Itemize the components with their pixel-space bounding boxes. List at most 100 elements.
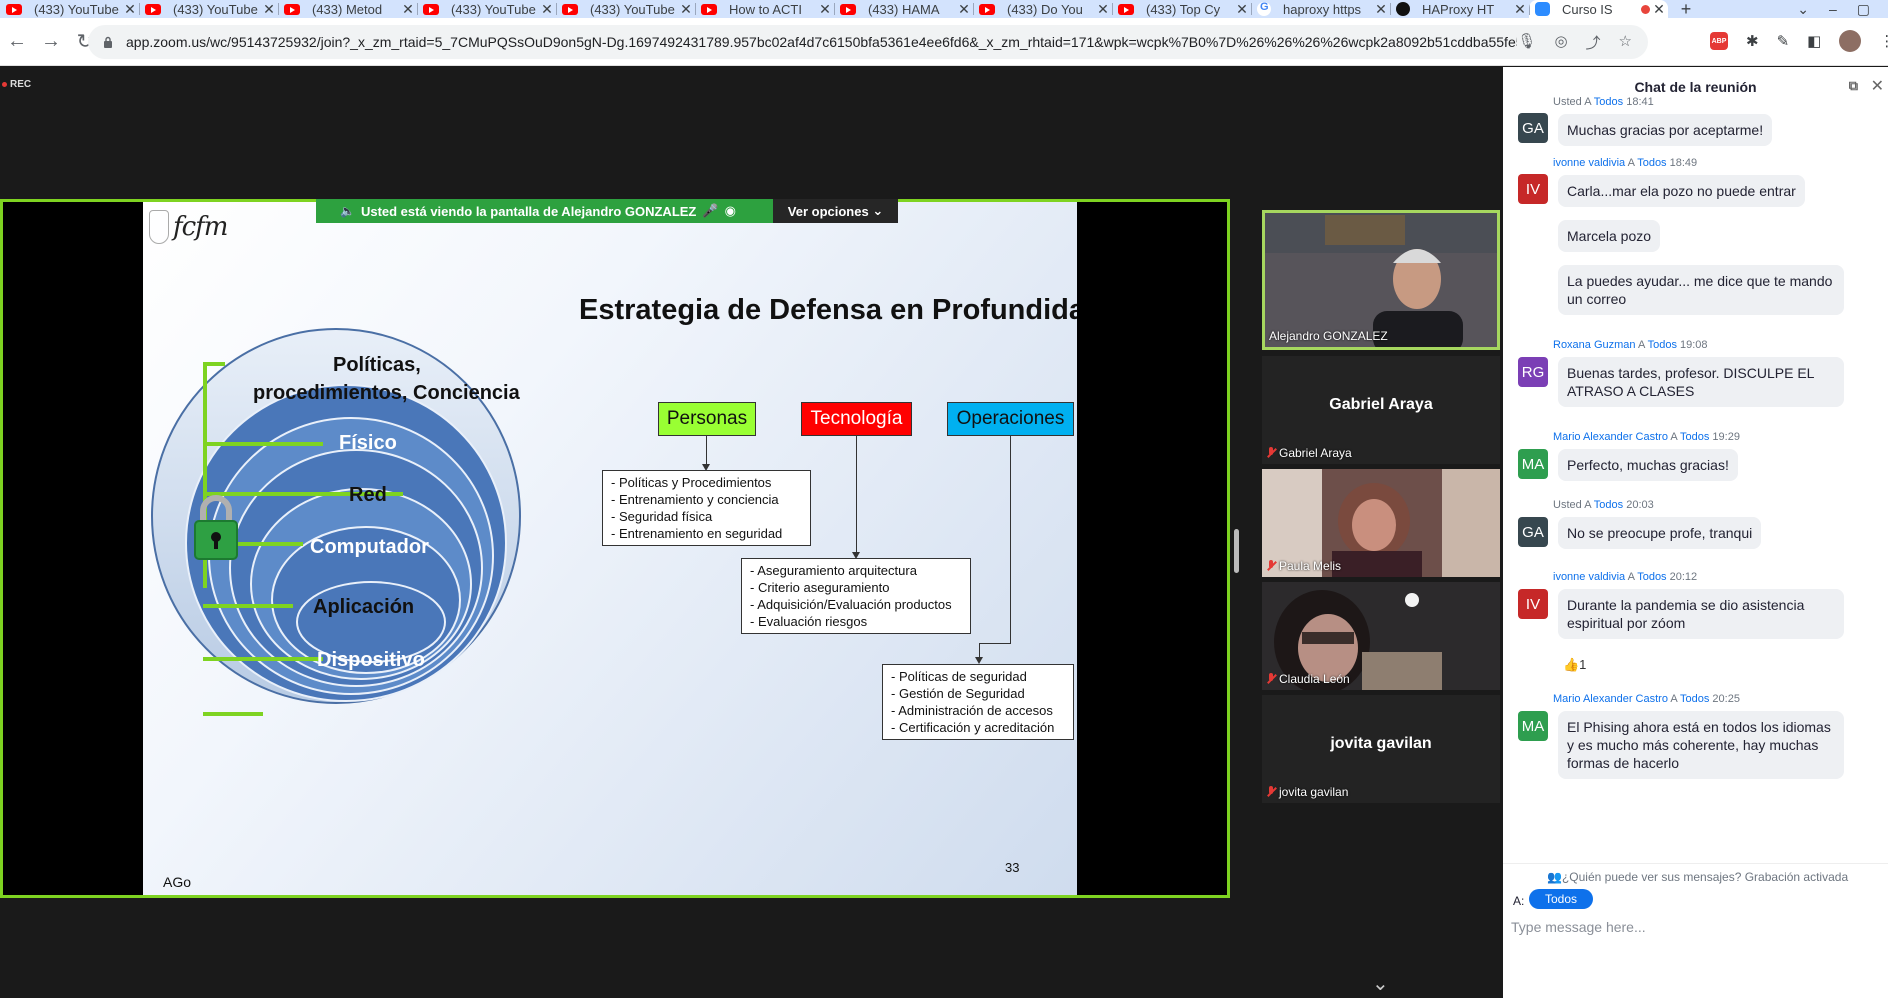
list-item: - Entrenamiento y conciencia [611,492,779,507]
recipient-select[interactable]: Todos [1529,889,1594,909]
close-tab-icon[interactable]: ✕ [1233,1,1251,18]
timestamp: 18:41 [1626,96,1654,108]
eye-off-icon[interactable]: ◎ [1554,32,1567,53]
slide-author: AGo [163,874,192,890]
scroll-participants-down-icon[interactable]: ⌄ [1372,971,1389,996]
participant-tile[interactable]: jovita gavilan jovita gavilan [1262,695,1500,803]
minimize-icon[interactable]: – [1829,1,1837,18]
lock-icon [104,36,112,48]
close-tab-icon[interactable]: ✕ [1650,1,1668,18]
thumbs-up-reaction[interactable]: 👍1 [1563,657,1586,673]
message-meta: Mario Alexander Castro A Todos 20:25 [1553,693,1740,705]
browser-tab[interactable]: (433) YouTube ✕ [556,0,695,18]
browser-tab[interactable]: (433) Top Cy ✕ [1112,0,1251,18]
close-tab-icon[interactable]: ✕ [677,1,695,18]
adblock-icon[interactable]: ABP [1710,32,1728,50]
browser-toolbar: ← → ↻ app.zoom.us/wc/95143725932/join?_x… [0,18,1888,66]
url-text: app.zoom.us/wc/95143725932/join?_x_zm_rt… [126,34,1518,50]
message-meta: Usted A Todos 18:41 [1553,96,1654,108]
close-tab-icon[interactable]: ✕ [538,1,556,18]
browser-tab[interactable]: (433) YouTube ✕ [139,0,278,18]
personas-list: - Políticas y Procedimientos - Entrenami… [602,470,811,546]
tab-title: (433) Do You [1007,1,1083,17]
list-item: - Certificación y acreditación [891,720,1055,735]
presentation-slide: fcfm Estrategia de Defensa en Profundida… [143,202,1077,895]
avatar-initials: RG [1521,363,1545,381]
new-tab-button[interactable]: + [1668,0,1704,20]
meeting-view: REC 🔈 Usted está viendo la pantalla de A… [0,67,1503,998]
extensions-puzzle-icon[interactable]: ✱ [1746,32,1759,50]
profile-avatar[interactable] [1839,30,1862,52]
side-panel-icon[interactable]: ◧ [1807,32,1821,50]
browser-tab[interactable]: (433) YouTube ✕ [417,0,556,18]
list-item: - Evaluación riesgos [750,614,868,629]
participant-tile[interactable]: Gabriel Araya Gabriel Araya [1262,356,1500,464]
forward-arrow-icon[interactable]: → [34,30,68,53]
close-tab-icon[interactable]: ✕ [955,1,973,18]
browser-tab[interactable]: How to ACTI ✕ [695,0,834,18]
speaker-icon: 🔈 [340,204,355,218]
connector-line [1010,436,1011,643]
recipient-label: A: [1513,894,1525,908]
youtube-icon [979,3,995,15]
microphone-icon[interactable]: 🎙 [1517,32,1536,53]
recording-indicator: REC [2,79,31,90]
message-meta: ivonne valdivia A Todos 18:49 [1553,157,1697,169]
screen-share-banner: 🔈 Usted está viendo la pantalla de Aleja… [316,199,774,223]
back-arrow-icon[interactable]: ← [0,30,34,53]
sender-name: Mario Alexander Castro [1553,431,1668,443]
close-icon[interactable]: ✕ [1871,76,1884,96]
to-word: A [1670,693,1678,705]
avatar: MA [1518,711,1548,741]
close-tab-icon[interactable]: ✕ [1372,1,1390,18]
list-item: - Entrenamiento en seguridad [611,526,783,541]
browser-tab[interactable]: (433) Do You ✕ [973,0,1112,18]
message-meta: Mario Alexander Castro A Todos 19:29 [1553,431,1740,443]
tab-title: haproxy https [1283,1,1362,17]
brush-icon[interactable]: ✎ [1777,32,1790,50]
browser-tab[interactable]: (433) YouTube ✕ [0,0,139,18]
close-tab-icon[interactable]: ✕ [816,1,834,18]
address-bar[interactable]: app.zoom.us/wc/95143725932/join?_x_zm_rt… [88,25,1648,59]
participant-tile[interactable]: Alejandro GONZALEZ [1262,210,1500,350]
avatar-initials: MA [1521,717,1545,735]
recording-dot-icon [1641,4,1650,14]
browser-tab-active[interactable]: Curso IS ✕ [1529,0,1668,18]
browser-tab[interactable]: HAProxy HT ✕ [1390,0,1529,18]
close-tab-icon[interactable]: ✕ [1094,1,1112,18]
menu-dots-icon[interactable]: ⋮ [1879,32,1888,50]
participant-name-text: Claudia León [1279,672,1350,686]
window-controls: ⌄ – ▢ [1797,1,1888,18]
browser-tab[interactable]: (433) HAMA ✕ [834,0,973,18]
view-options-button[interactable]: Ver opciones ⌄ [773,199,898,223]
participant-name: jovita gavilan [1266,785,1348,799]
avatar-initials: GA [1522,119,1544,137]
bookmark-star-icon[interactable]: ☆ [1619,32,1632,53]
layer-label-device: Dispositivo [317,649,425,671]
participant-tile[interactable]: Claudia León [1262,582,1500,690]
participant-name-text: Gabriel Araya [1279,446,1352,460]
youtube-icon [423,3,439,15]
resize-handle[interactable] [1234,529,1239,573]
share-icon[interactable]: ⤴ [1586,32,1601,53]
participant-tile[interactable]: Paula Melis [1262,469,1500,577]
chat-message-input[interactable] [1511,914,1871,940]
tab-title: (433) YouTube [34,1,119,17]
message-visibility-note[interactable]: 👥¿Quién puede ver sus mensajes? Grabació… [1547,870,1848,884]
close-tab-icon[interactable]: ✕ [260,1,278,18]
youtube-icon [284,3,300,15]
sender-name: ivonne valdivia [1553,571,1626,583]
maximize-icon[interactable]: ▢ [1857,1,1870,18]
close-tab-icon[interactable]: ✕ [399,1,417,18]
close-tab-icon[interactable]: ✕ [121,1,139,18]
padlock-icon [194,495,238,560]
browser-tab[interactable]: haproxy https ✕ [1251,0,1390,18]
tab-search-icon[interactable]: ⌄ [1797,1,1809,18]
browser-tab[interactable]: (433) Metod ✕ [278,0,417,18]
avatar: IV [1518,589,1548,619]
avatar: GA [1518,113,1548,143]
popout-icon[interactable]: ⧉ [1849,78,1858,94]
participant-name-text: Paula Melis [1279,559,1342,573]
close-tab-icon[interactable]: ✕ [1511,1,1529,18]
timestamp: 20:25 [1712,693,1740,705]
